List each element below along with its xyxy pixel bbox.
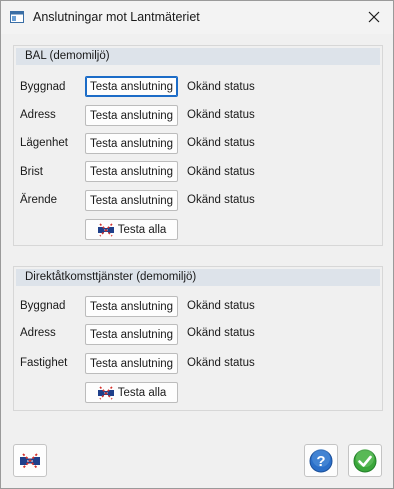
status-arende: Okänd status	[187, 194, 255, 206]
test-connection-button-fastighet[interactable]: Testa anslutning	[85, 353, 178, 374]
plug-connect-icon	[20, 452, 40, 469]
status-byggnad: Okänd status	[187, 81, 255, 93]
dialog-window: Anslutningar mot Lantmäteriet BAL (demom…	[0, 0, 394, 489]
group-bal: BAL (demomiljö) Byggnad Testa anslutning…	[13, 45, 383, 246]
group-direktatkomst: Direktåtkomsttjänster (demomiljö) Byggna…	[13, 266, 383, 411]
status-adress: Okänd status	[187, 109, 255, 121]
row-label-brist: Brist	[20, 166, 43, 178]
ok-check-icon	[353, 448, 377, 472]
group-header-direktatkomst: Direktåtkomsttjänster (demomiljö)	[16, 269, 380, 286]
row-label-byggnad: Byggnad	[20, 81, 66, 93]
row-label-arende: Ärende	[20, 194, 58, 206]
test-all-label-direktatkomst: Testa alla	[117, 386, 167, 399]
row-label-adress-2: Adress	[20, 327, 56, 339]
status-fastighet: Okänd status	[187, 357, 255, 369]
test-all-label-bal: Testa alla	[117, 223, 167, 236]
status-adress-2: Okänd status	[187, 327, 255, 339]
app-window-icon	[10, 10, 24, 24]
help-button[interactable]: ?	[304, 444, 338, 477]
test-connection-button-adress-2[interactable]: Testa anslutning	[85, 324, 178, 345]
connection-settings-button[interactable]	[13, 444, 47, 477]
svg-text:?: ?	[316, 453, 325, 470]
row-label-adress: Adress	[20, 109, 56, 121]
help-icon: ?	[309, 448, 333, 472]
row-label-fastighet: Fastighet	[20, 357, 68, 369]
close-button[interactable]	[355, 1, 393, 33]
status-byggnad-2: Okänd status	[187, 300, 255, 312]
window-title: Anslutningar mot Lantmäteriet	[33, 10, 200, 24]
test-connection-button-adress[interactable]: Testa anslutning	[85, 105, 178, 126]
test-all-button-bal[interactable]: Testa alla	[85, 219, 178, 240]
row-label-byggnad-2: Byggnad	[20, 300, 66, 312]
test-connection-button-lagenhet[interactable]: Testa anslutning	[85, 133, 178, 154]
test-connection-button-byggnad[interactable]: Testa anslutning	[85, 76, 178, 97]
close-icon	[368, 11, 380, 23]
row-label-lagenhet: Lägenhet	[20, 137, 68, 149]
test-connection-button-byggnad-2[interactable]: Testa anslutning	[85, 296, 178, 317]
ok-button[interactable]	[348, 444, 382, 477]
status-brist: Okänd status	[187, 166, 255, 178]
test-connection-button-brist[interactable]: Testa anslutning	[85, 161, 178, 182]
plug-connect-icon	[97, 385, 115, 400]
plug-connect-icon	[97, 222, 115, 237]
test-connection-button-arende[interactable]: Testa anslutning	[85, 190, 178, 211]
title-bar: Anslutningar mot Lantmäteriet	[1, 1, 393, 34]
status-lagenhet: Okänd status	[187, 137, 255, 149]
test-all-button-direktatkomst[interactable]: Testa alla	[85, 382, 178, 403]
group-header-bal: BAL (demomiljö)	[16, 48, 380, 65]
